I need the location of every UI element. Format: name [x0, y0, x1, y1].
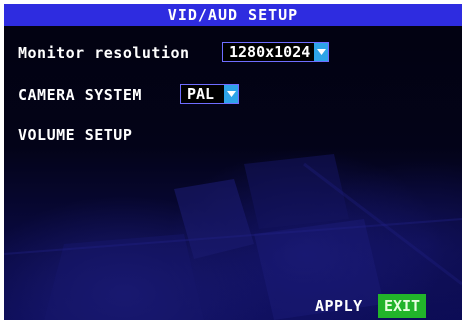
monitor-resolution-value: 1280x1024 [229, 43, 311, 61]
page-title: VID/AUD SETUP [167, 6, 299, 24]
exit-button[interactable]: EXIT [378, 294, 426, 318]
apply-button[interactable]: APPLY [315, 297, 363, 315]
monitor-resolution-row: Monitor resolution [18, 44, 190, 62]
volume-setup-label[interactable]: VOLUME SETUP [18, 126, 132, 144]
chevron-down-icon[interactable] [314, 43, 329, 61]
camera-system-value: PAL [187, 85, 215, 103]
monitor-resolution-label: Monitor resolution [18, 44, 190, 62]
camera-system-select[interactable]: PAL [180, 84, 240, 104]
title-bar: VID/AUD SETUP [4, 4, 462, 26]
osd-screen: VID/AUD SETUP Monitor resolution 1280x10… [4, 4, 462, 320]
camera-system-label: CAMERA SYSTEM [18, 86, 142, 104]
monitor-resolution-select[interactable]: 1280x1024 [222, 42, 330, 62]
volume-setup-row[interactable]: VOLUME SETUP [18, 126, 132, 144]
camera-system-row: CAMERA SYSTEM [18, 86, 142, 104]
chevron-down-icon[interactable] [224, 85, 239, 103]
